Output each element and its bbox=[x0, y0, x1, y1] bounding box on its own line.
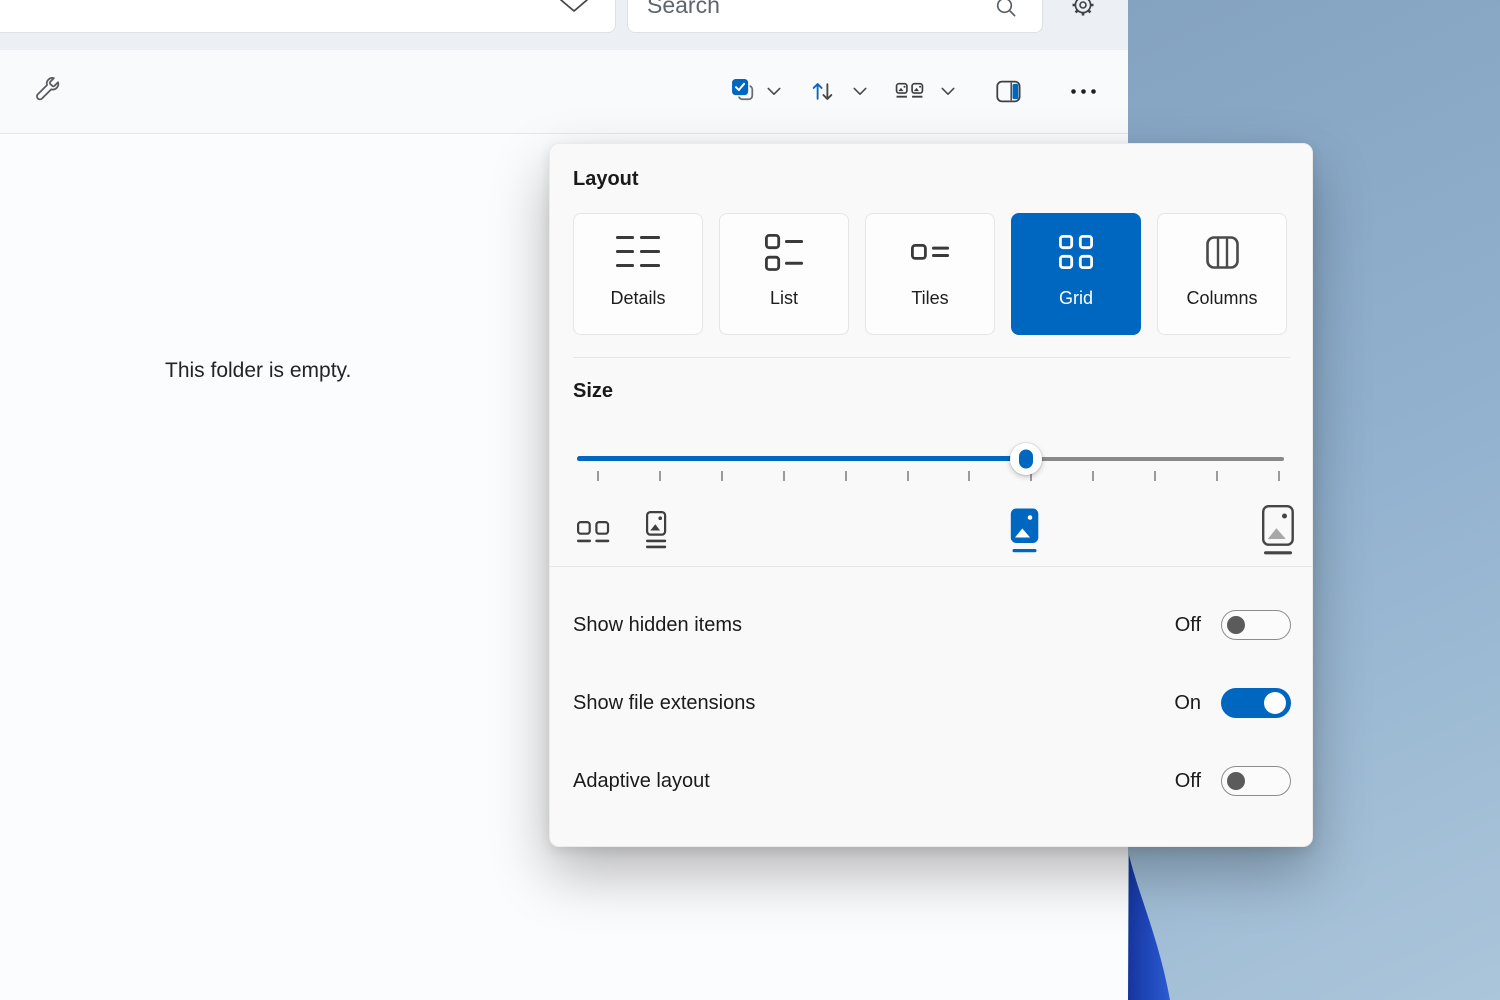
view-options-flyout: Layout Details bbox=[549, 143, 1313, 847]
slider-tick bbox=[659, 471, 661, 481]
toggle-label: Adaptive layout bbox=[573, 770, 710, 793]
layout-option-tiles[interactable]: Tiles bbox=[865, 213, 995, 335]
toolbar-right-group bbox=[731, 78, 1098, 105]
select-multiple-checkbox-icon[interactable] bbox=[731, 78, 758, 105]
toggle-row-show-hidden-items: Show hidden items Off bbox=[573, 610, 1291, 640]
size-icons-row bbox=[550, 503, 1312, 563]
layout-option-label: List bbox=[770, 288, 798, 309]
slider-tick bbox=[783, 471, 785, 481]
toggle-row-show-file-extensions: Show file extensions On bbox=[573, 688, 1291, 718]
list-view-icon bbox=[765, 214, 803, 290]
view-options-icon[interactable] bbox=[895, 78, 924, 105]
chevron-down-icon[interactable] bbox=[559, 0, 589, 13]
chevron-down-icon[interactable] bbox=[853, 87, 867, 96]
see-more-icon[interactable] bbox=[1069, 87, 1098, 96]
columns-view-icon bbox=[1206, 214, 1239, 290]
slider-tick bbox=[721, 471, 723, 481]
slider-tick bbox=[597, 471, 599, 481]
address-bar[interactable] bbox=[0, 0, 616, 33]
search-placeholder: Search bbox=[647, 0, 720, 19]
toggle-state-text: Off bbox=[1175, 614, 1201, 637]
chevron-down-icon[interactable] bbox=[767, 87, 781, 96]
slider-tick bbox=[1216, 471, 1218, 481]
toggle-knob bbox=[1227, 616, 1245, 634]
toggle-knob bbox=[1264, 692, 1286, 714]
empty-folder-message: This folder is empty. bbox=[165, 359, 351, 383]
search-icon[interactable] bbox=[995, 0, 1018, 19]
grid-view-icon bbox=[1059, 214, 1093, 290]
layout-option-label: Details bbox=[610, 288, 665, 309]
medium-icons-icon[interactable] bbox=[646, 511, 672, 549]
toggle-switch[interactable] bbox=[1221, 688, 1291, 718]
preview-pane-icon[interactable] bbox=[995, 78, 1022, 105]
toggle-label: Show file extensions bbox=[573, 692, 755, 715]
command-toolbar bbox=[0, 50, 1128, 134]
slider-tick bbox=[907, 471, 909, 481]
layout-option-columns[interactable]: Columns bbox=[1157, 213, 1287, 335]
slider-thumb[interactable] bbox=[1010, 443, 1042, 475]
layout-option-label: Columns bbox=[1186, 288, 1257, 309]
toggle-knob bbox=[1227, 772, 1245, 790]
chevron-down-icon[interactable] bbox=[941, 87, 955, 96]
large-icons-icon[interactable] bbox=[1010, 508, 1040, 554]
layout-option-list[interactable]: List bbox=[719, 213, 849, 335]
layout-option-label: Tiles bbox=[911, 288, 948, 309]
search-input[interactable]: Search bbox=[627, 0, 1043, 33]
toggle-switch[interactable] bbox=[1221, 610, 1291, 640]
layout-option-label: Grid bbox=[1059, 288, 1093, 309]
wrench-icon[interactable] bbox=[32, 76, 63, 107]
screen: Search bbox=[0, 0, 1500, 1000]
small-icons-icon[interactable] bbox=[577, 521, 611, 546]
size-slider[interactable] bbox=[577, 441, 1284, 503]
slider-tick bbox=[1278, 471, 1280, 481]
size-section-title: Size bbox=[573, 380, 1312, 403]
slider-tick bbox=[968, 471, 970, 481]
wallpaper-bloom-shape bbox=[1128, 855, 1174, 1000]
layout-options-row: Details List bbox=[573, 213, 1290, 335]
slider-tick bbox=[845, 471, 847, 481]
gear-icon[interactable] bbox=[1069, 0, 1097, 19]
slider-ticks bbox=[597, 471, 1280, 481]
slider-tick bbox=[1154, 471, 1156, 481]
toggle-switch[interactable] bbox=[1221, 766, 1291, 796]
toggle-state-text: On bbox=[1174, 692, 1201, 715]
layout-option-grid[interactable]: Grid bbox=[1011, 213, 1141, 335]
slider-fill bbox=[577, 456, 1026, 461]
tiles-view-icon bbox=[911, 214, 949, 290]
size-section: Size bbox=[550, 358, 1312, 567]
details-view-icon bbox=[616, 214, 660, 290]
toggles-section: Show hidden items Off Show file extensio… bbox=[550, 567, 1312, 796]
slider-tick bbox=[1092, 471, 1094, 481]
extra-large-icons-icon[interactable] bbox=[1262, 505, 1296, 557]
layout-section: Layout Details bbox=[550, 144, 1312, 358]
toggle-label: Show hidden items bbox=[573, 614, 742, 637]
toggle-state-text: Off bbox=[1175, 770, 1201, 793]
header-bar: Search bbox=[0, 0, 1128, 50]
layout-section-title: Layout bbox=[573, 168, 1290, 191]
toggle-row-adaptive-layout: Adaptive layout Off bbox=[573, 766, 1291, 796]
layout-option-details[interactable]: Details bbox=[573, 213, 703, 335]
sort-icon[interactable] bbox=[809, 78, 836, 105]
